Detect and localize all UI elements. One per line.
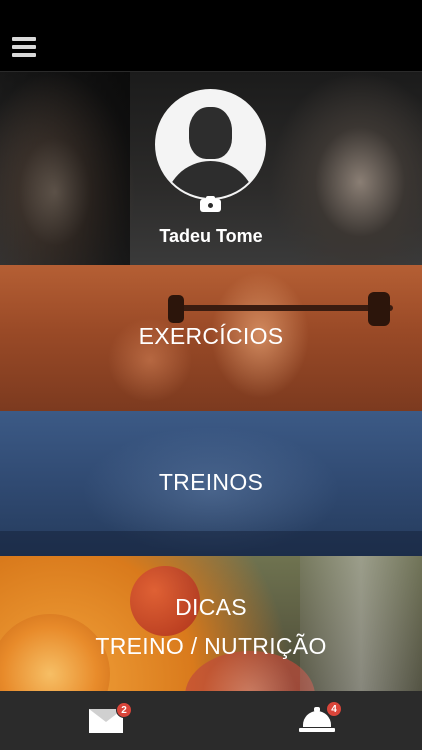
profile-name: Tadeu Tome <box>159 226 263 246</box>
menu-tile-label: TREINOS <box>158 469 264 495</box>
barbell-image <box>168 305 393 311</box>
bell-base <box>299 728 335 732</box>
menu-tile-label: EXERCÍCIOS <box>138 323 284 349</box>
top-bar <box>0 0 422 72</box>
camera-icon[interactable] <box>200 196 221 212</box>
notifications-badge: 4 <box>326 701 342 717</box>
default-avatar-icon <box>189 107 232 159</box>
barbell-plate-image <box>368 292 390 326</box>
profile-header: Tadeu Tome <box>0 72 422 265</box>
menu-tile-label: DICAS <box>175 594 247 620</box>
dumbbell-image <box>300 556 422 691</box>
messages-badge: 2 <box>116 702 132 718</box>
avatar[interactable] <box>155 89 266 200</box>
menu-tile-treinos[interactable]: TREINOS <box>0 411 422 556</box>
menu-tile-sublabel: TREINO / NUTRIÇÃO <box>95 633 327 659</box>
menu-tile-exercicios[interactable]: EXERCÍCIOS <box>0 265 422 411</box>
hamburger-icon[interactable] <box>12 37 36 57</box>
background-photo <box>0 531 422 556</box>
default-avatar-body <box>165 161 256 198</box>
hamburger-line <box>12 37 36 41</box>
hamburger-line <box>12 53 36 57</box>
camera-icon-lens <box>206 201 215 210</box>
menu-tile-dicas[interactable]: DICAS TREINO / NUTRIÇÃO <box>0 556 422 691</box>
hamburger-line <box>12 45 36 49</box>
barbell-plate-image <box>168 295 184 323</box>
bottom-bar: 2 4 <box>0 691 422 750</box>
app-screen: Tadeu Tome EXERCÍCIOS TREINOS DICAS TREI… <box>0 0 422 750</box>
